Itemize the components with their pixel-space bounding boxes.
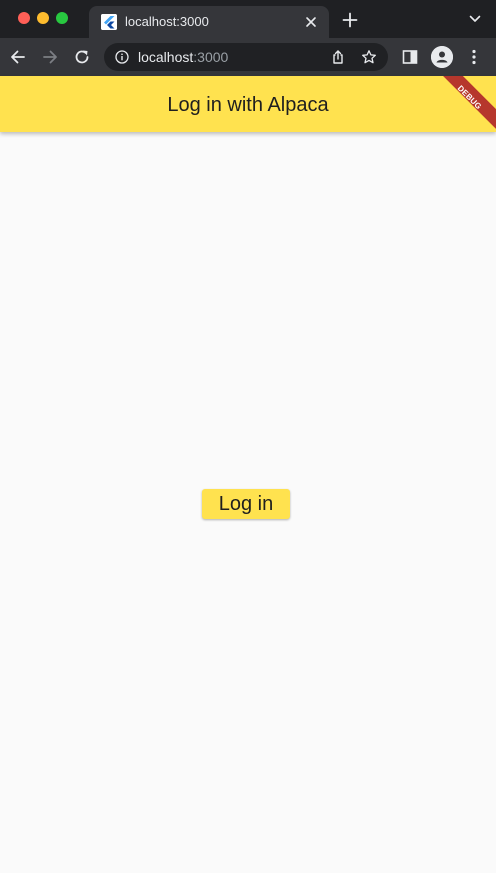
browser-tab-strip: localhost:3000 [0, 0, 496, 38]
app-bar: Log in with Alpaca DEBUG [0, 76, 496, 132]
browser-toolbar: localhost:3000 [0, 38, 496, 76]
reload-icon[interactable] [72, 47, 92, 67]
log-in-button[interactable]: Log in [202, 489, 290, 519]
browser-tab[interactable]: localhost:3000 [89, 6, 329, 38]
star-icon[interactable] [361, 49, 377, 65]
chevron-down-icon[interactable] [468, 12, 482, 26]
url-port: :3000 [193, 49, 229, 65]
tab-title: localhost:3000 [125, 14, 209, 29]
arrow-left-icon[interactable] [8, 47, 28, 67]
url-host: localhost [138, 49, 194, 65]
info-icon[interactable] [115, 50, 129, 64]
app-bar-title: Log in with Alpaca [167, 94, 329, 116]
kebab-menu-icon[interactable] [466, 48, 482, 66]
address-bar[interactable]: localhost:3000 [104, 43, 388, 71]
close-icon[interactable] [301, 12, 321, 32]
side-panel-icon[interactable] [402, 49, 418, 65]
plus-icon[interactable] [340, 10, 360, 30]
flutter-icon [101, 14, 117, 30]
window-zoom-button[interactable] [56, 12, 68, 24]
window-minimize-button[interactable] [37, 12, 49, 24]
share-icon[interactable] [330, 49, 346, 65]
address-url[interactable]: localhost:3000 [138, 49, 228, 65]
window-close-button[interactable] [18, 12, 30, 24]
arrow-right-icon[interactable] [40, 47, 60, 67]
person-icon[interactable] [431, 46, 453, 68]
